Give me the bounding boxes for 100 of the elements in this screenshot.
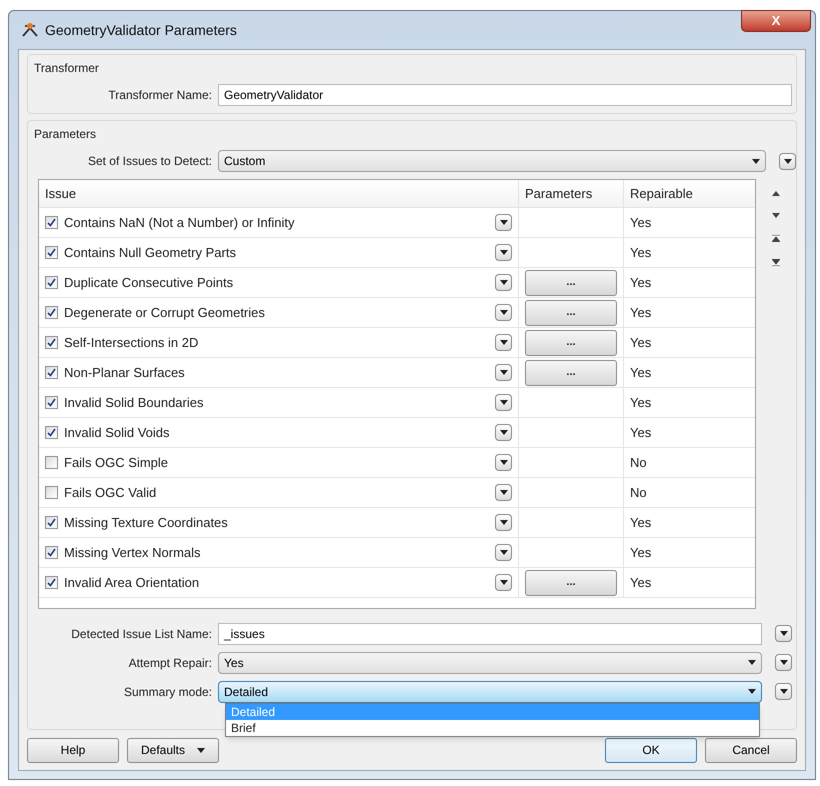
field-label: Transformer Name: [107,87,213,104]
menu-button[interactable] [495,424,512,441]
move-down-icon[interactable] [772,213,780,218]
select-field[interactable]: Yes [218,652,762,674]
column-header[interactable]: Issue [39,180,519,207]
menu-button[interactable] [495,244,512,261]
field-label: Detected Issue List Name: [70,626,213,642]
caret-icon [500,250,508,255]
repairable-cell-text: Yes [629,304,652,322]
issue-label: Contains NaN (Not a Number) or Infinity [64,214,296,232]
menu-button[interactable] [495,544,512,561]
field-label: Attempt Repair: [128,654,213,672]
menu-button[interactable] [495,574,512,591]
repairable-cell-text: Yes [629,274,652,292]
repairable-cell-text: Yes [629,214,652,232]
issue-label: Fails OGC Simple [64,454,170,472]
caret-icon [500,370,508,375]
menu-button[interactable] [495,334,512,351]
check-icon [47,248,56,257]
menu-button[interactable] [775,625,792,642]
menu-button[interactable] [495,304,512,321]
move-bottom-icon[interactable] [772,259,780,266]
checkbox[interactable] [45,576,58,589]
caret-icon [500,310,508,315]
dropdown-option[interactable]: Brief [226,720,759,736]
select-field[interactable]: Detailed [218,680,762,702]
move-up-icon[interactable] [772,191,780,196]
field-label: Summary mode: [122,684,213,700]
check-icon [47,398,56,407]
menu-button[interactable] [495,394,512,411]
parameters-button[interactable]: ... [525,570,617,596]
caret-icon [780,689,788,694]
issue-label: Invalid Area Orientation [64,574,200,592]
field-label: Set of Issues to Detect: [86,153,213,170]
checkbox[interactable] [45,216,58,229]
defaults-button[interactable]: Defaults [127,738,219,762]
repairable-cell-text: No [629,454,648,472]
repairable-cell-text: Yes [629,424,652,442]
check-icon [47,278,56,287]
text-field[interactable]: _issues [218,622,762,644]
dropdown-caret-icon [752,158,760,164]
caret-icon [784,158,792,164]
issue-label: Invalid Solid Boundaries [64,394,204,412]
caret-icon [780,660,788,665]
help-button[interactable]: Help [27,738,119,762]
parameters-button[interactable]: ... [525,360,617,386]
checkbox[interactable] [45,456,58,469]
checkbox[interactable] [45,396,58,409]
select-field[interactable]: Custom [218,150,766,172]
menu-button[interactable] [779,152,796,170]
issue-label: Missing Vertex Normals [64,544,202,562]
repairable-cell-text: Yes [629,574,652,592]
caret-icon [500,280,508,285]
checkbox[interactable] [45,546,58,559]
checkbox[interactable] [45,336,58,349]
caret-icon [500,490,508,495]
menu-button[interactable] [495,484,512,501]
issue-label: Duplicate Consecutive Points [64,274,234,292]
check-icon [47,548,56,557]
column-header[interactable]: Repairable [624,180,756,207]
dropdown-caret-icon [748,660,756,665]
column-header[interactable]: Parameters [519,180,624,207]
checkbox[interactable] [45,366,58,379]
caret-icon [500,550,508,555]
repairable-cell-text: Yes [629,514,652,532]
parameters-button[interactable]: ... [525,270,617,296]
checkbox[interactable] [45,306,58,319]
issue-label: Invalid Solid Voids [64,424,171,442]
issue-label: Fails OGC Valid [64,484,158,502]
checkbox[interactable] [45,486,58,499]
caret-icon [780,631,788,636]
menu-button[interactable] [495,364,512,381]
menu-button[interactable] [775,683,792,700]
menu-button[interactable] [495,454,512,471]
ok-button[interactable]: OK [605,738,697,762]
checkbox[interactable] [45,426,58,439]
caret-icon [500,430,508,435]
parameters-button[interactable]: ... [525,330,617,356]
text-field[interactable]: GeometryValidator [218,84,792,106]
repairable-cell-text: No [629,484,648,502]
checkbox[interactable] [45,276,58,289]
menu-button[interactable] [495,514,512,531]
check-icon [47,338,56,347]
issue-label: Degenerate or Corrupt Geometries [64,304,266,322]
caret-icon [500,520,508,525]
menu-button[interactable] [495,214,512,231]
dropdown-caret-icon [748,689,756,694]
checkbox[interactable] [45,516,58,529]
menu-button[interactable] [495,274,512,291]
repairable-cell-text: Yes [629,394,652,412]
repairable-cell-text: Yes [629,334,652,352]
checkbox[interactable] [45,246,58,259]
check-icon [47,368,56,377]
caret-icon [197,748,206,752]
move-top-icon[interactable] [772,235,780,242]
group-label: Parameters [33,126,98,143]
cancel-button[interactable]: Cancel [705,738,797,762]
menu-button[interactable] [775,654,792,671]
repairable-cell-text: Yes [629,244,652,262]
parameters-button[interactable]: ... [525,300,617,326]
